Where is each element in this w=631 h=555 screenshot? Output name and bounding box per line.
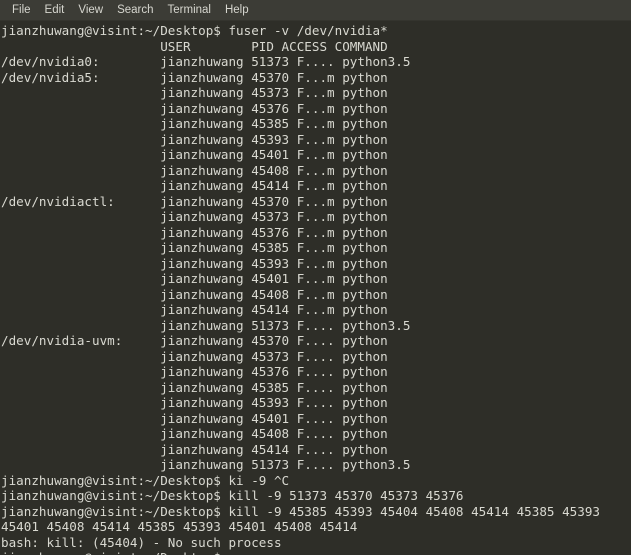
- menu-terminal[interactable]: Terminal: [161, 1, 218, 20]
- menu-edit[interactable]: Edit: [38, 1, 72, 20]
- terminal-line: 45401 45408 45414 45385 45393 45401 4540…: [1, 519, 358, 534]
- terminal-line: jianzhuwang 45408 F...m python: [1, 162, 388, 178]
- terminal-line: jianzhuwang 45401 F...m python: [1, 147, 388, 162]
- terminal-line: jianzhuwang 45401 F.... python: [1, 410, 388, 426]
- menu-view[interactable]: View: [71, 1, 110, 20]
- terminal-line: jianzhuwang 45393 F...m python: [1, 255, 388, 271]
- terminal-line: jianzhuwang 45373 F.... python: [1, 348, 388, 364]
- menu-search[interactable]: Search: [110, 1, 160, 20]
- terminal-line: jianzhuwang 45414 F...m python: [1, 302, 388, 317]
- terminal-output: jianzhuwang@visint:~/Desktop$ fuser -v /…: [1, 23, 631, 555]
- terminal-line: jianzhuwang 45414 F...m python: [1, 178, 388, 193]
- terminal-line: jianzhuwang 51373 F.... python3.5: [1, 457, 411, 472]
- terminal-line: /dev/nvidia0: jianzhuwang 51373 F.... py…: [1, 54, 411, 69]
- terminal-line: jianzhuwang 45373 F...m python: [1, 209, 388, 224]
- menu-bar: File Edit View Search Terminal Help: [0, 0, 631, 21]
- terminal-line: jianzhuwang 45401 F...m python: [1, 271, 388, 286]
- terminal-line: jianzhuwang 45385 F...m python: [1, 116, 388, 131]
- terminal-line: jianzhuwang 45373 F...m python: [1, 85, 388, 100]
- terminal-line: jianzhuwang 45414 F.... python: [1, 441, 388, 457]
- terminal-line: jianzhuwang 45376 F.... python: [1, 364, 388, 379]
- terminal-window: File Edit View Search Terminal Help jian…: [0, 0, 631, 555]
- terminal-line: jianzhuwang 45376 F...m python: [1, 100, 388, 116]
- terminal-line: jianzhuwang 45385 F.... python: [1, 379, 388, 395]
- terminal-line: jianzhuwang@visint:~/Desktop$ ki -9 ^C: [1, 472, 290, 488]
- terminal-line: jianzhuwang 45408 F.... python: [1, 426, 388, 441]
- terminal-line: jianzhuwang@visint:~/Desktop$ kill -9 45…: [1, 503, 600, 519]
- terminal-line: /dev/nvidiactl: jianzhuwang 45370 F...m …: [1, 193, 388, 209]
- terminal-screen[interactable]: jianzhuwang@visint:~/Desktop$ fuser -v /…: [0, 21, 631, 555]
- terminal-line: jianzhuwang 51373 F.... python3.5: [1, 317, 411, 333]
- terminal-line: jianzhuwang@visint:~/Desktop$ kill -9 51…: [1, 488, 464, 503]
- terminal-line: USER PID ACCESS COMMAND: [1, 38, 388, 54]
- terminal-line: jianzhuwang@visint:~/Desktop$ fuser -v /…: [1, 23, 388, 38]
- terminal-line: jianzhuwang 45385 F...m python: [1, 240, 388, 255]
- menu-help[interactable]: Help: [218, 1, 256, 20]
- terminal-line: /dev/nvidia5: jianzhuwang 45370 F...m py…: [1, 69, 388, 85]
- terminal-line: jianzhuwang 45376 F...m python: [1, 224, 388, 240]
- terminal-line: jianzhuwang@visint:~/Desktop$: [1, 550, 631, 555]
- terminal-line: /dev/nvidia-uvm: jianzhuwang 45370 F....…: [1, 333, 388, 348]
- terminal-line: jianzhuwang 45393 F...m python: [1, 131, 388, 147]
- menu-file[interactable]: File: [5, 1, 38, 20]
- terminal-line: bash: kill: (45404) - No such process: [1, 534, 282, 550]
- terminal-line: jianzhuwang 45393 F.... python: [1, 395, 388, 410]
- terminal-line: jianzhuwang 45408 F...m python: [1, 286, 388, 302]
